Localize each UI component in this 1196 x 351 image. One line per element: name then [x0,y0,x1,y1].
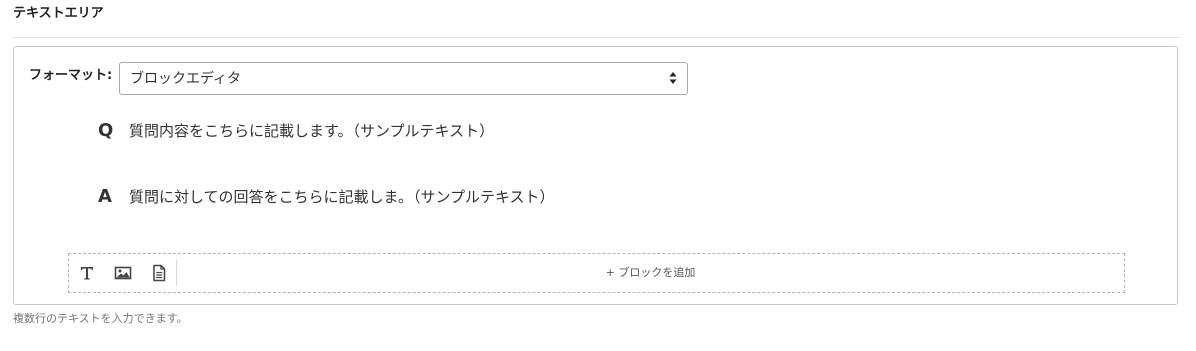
block-editor-panel: フォーマット: ブロックエディタ Q 質問内容をこちらに記載します。（サンプルテ… [13,46,1178,305]
document-icon [153,264,166,282]
block-toolbar: + ブロックを追加 [68,253,1125,293]
image-icon [114,266,132,280]
answer-letter: A [98,186,112,207]
answer-text[interactable]: 質問に対しての回答をこちらに記載しま。（サンプルテキスト） [129,187,555,207]
help-text: 複数行のテキストを入力できます。 [13,312,188,325]
title-divider [13,37,1180,38]
add-document-block-button[interactable] [149,263,169,283]
select-arrows-icon [669,72,677,84]
add-image-block-button[interactable] [113,263,133,283]
section-title: テキストエリア [13,6,104,21]
format-select-value: ブロックエディタ [130,71,242,87]
format-label: フォーマット: [29,68,113,83]
format-select[interactable]: ブロックエディタ [119,62,688,95]
add-block-button[interactable]: + ブロックを追加 [177,254,1124,292]
text-icon [81,267,93,280]
add-text-block-button[interactable] [77,263,97,283]
textarea-field-page: テキストエリア フォーマット: ブロックエディタ Q 質問内容をこちらに記載しま… [0,0,1196,351]
question-letter: Q [98,120,114,141]
question-text[interactable]: 質問内容をこちらに記載します。（サンプルテキスト） [129,121,494,141]
